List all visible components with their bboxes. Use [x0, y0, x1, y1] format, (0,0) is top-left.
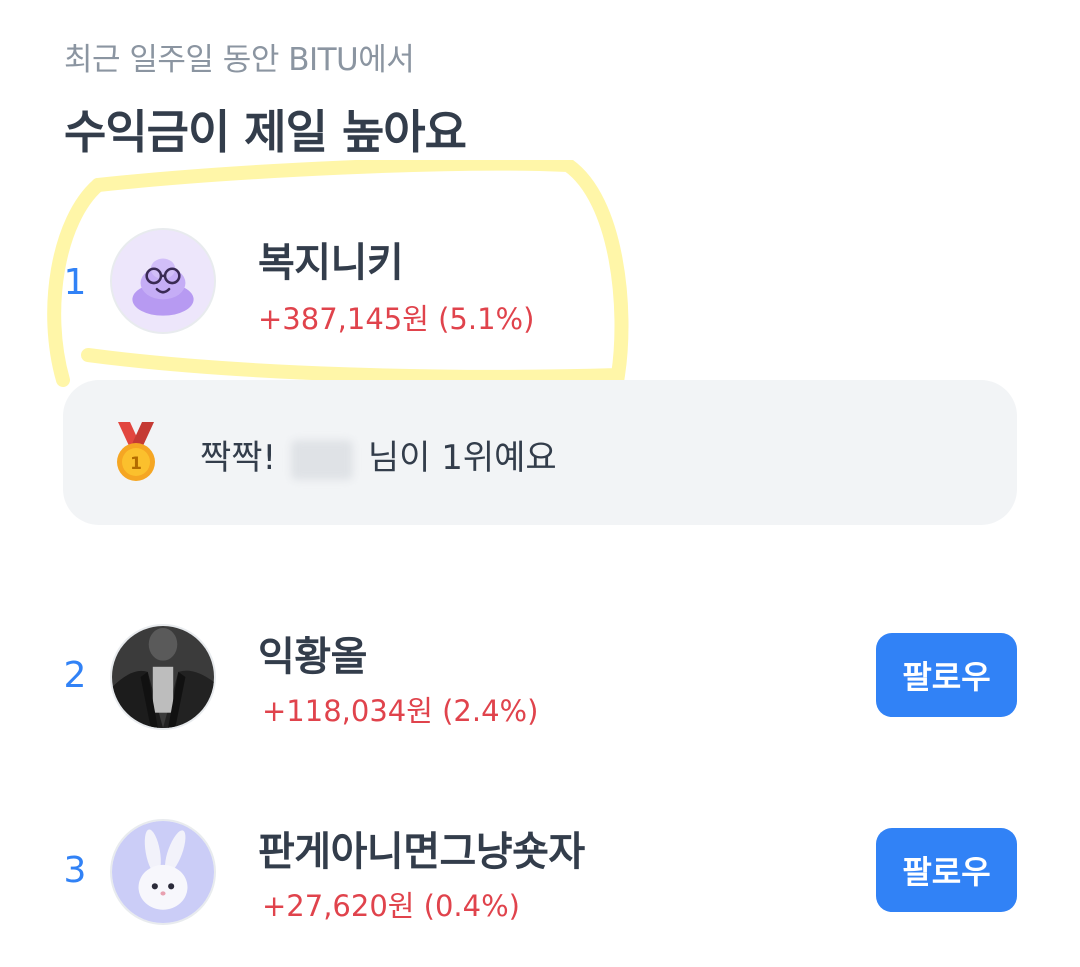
user-name[interactable]: 판게아니면그냥숏자: [258, 819, 585, 877]
user-name[interactable]: 익황올: [258, 624, 367, 682]
subtitle: 최근 일주일 동안 BITU에서: [64, 42, 415, 78]
profit-amount: +27,620원 (0.4%): [262, 889, 520, 923]
congrats-prefix: 짝짝!: [200, 438, 277, 478]
redacted-name: [291, 439, 354, 480]
gold-medal-icon: 1: [117, 422, 155, 481]
profit-amount: +118,034원 (2.4%): [262, 694, 539, 728]
ranking-row-1[interactable]: 1 복지니키 +387,145원 (5.1%): [0, 200, 1080, 336]
follow-button[interactable]: 팔로우: [876, 633, 1017, 717]
photo-avatar[interactable]: [110, 624, 216, 730]
user-name[interactable]: 복지니키: [258, 230, 404, 288]
bunny-avatar[interactable]: [110, 819, 216, 925]
page-title: 수익금이 제일 높아요: [64, 105, 467, 159]
profit-amount: +387,145원 (5.1%): [258, 302, 535, 336]
purple-blob-avatar[interactable]: [110, 228, 216, 334]
ranking-row-3[interactable]: 3 판게아니면그냥숏자 +27,620원 (0.4%) 팔로우: [0, 795, 1080, 925]
congrats-suffix: 님이 1위예요: [367, 438, 557, 478]
svg-text:1: 1: [130, 454, 142, 474]
rank-number: 1: [63, 262, 87, 303]
rank-number: 3: [63, 850, 87, 891]
rank-number: 2: [63, 655, 87, 696]
ranking-row-2[interactable]: 2 익황올 +118,034원 (2.4%) 팔로우: [0, 600, 1080, 730]
follow-button[interactable]: 팔로우: [876, 828, 1017, 912]
congrats-message: 짝짝! 님이 1위예요: [200, 430, 557, 480]
